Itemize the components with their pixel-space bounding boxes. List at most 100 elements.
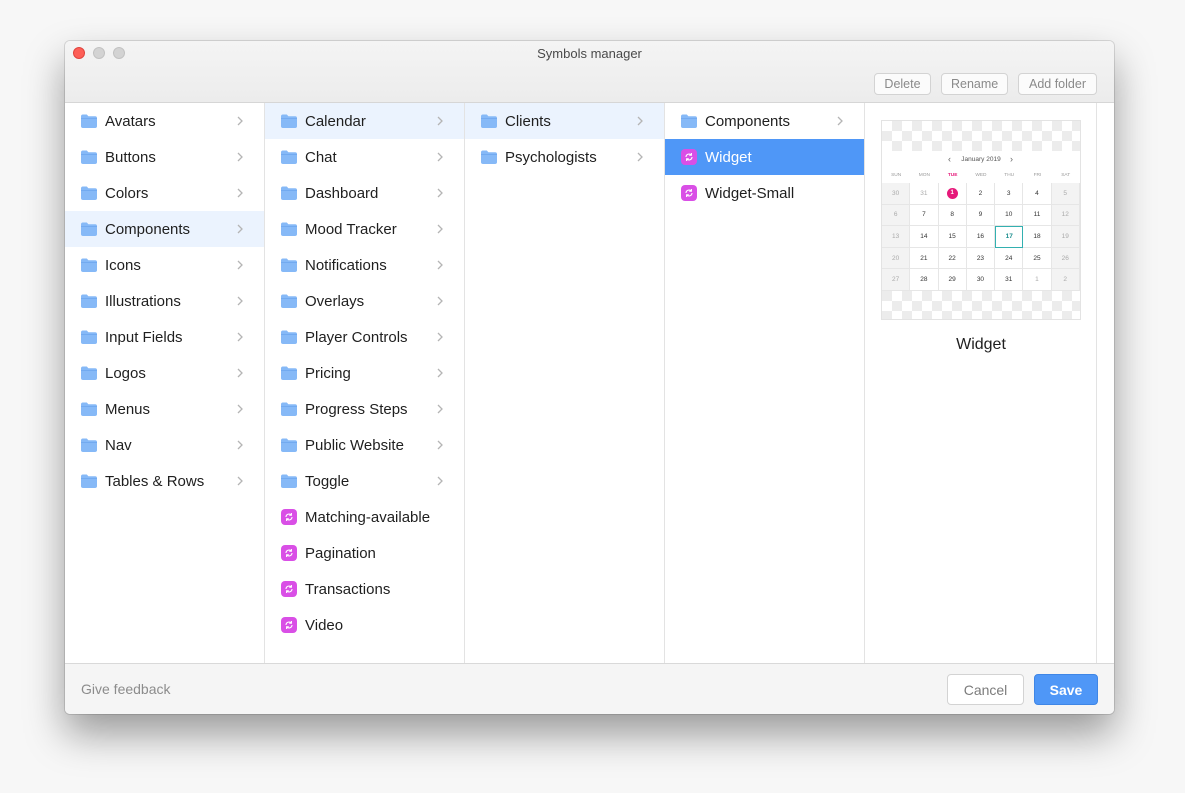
list-item-menus[interactable]: Menus	[65, 391, 264, 427]
chevron-right-icon	[637, 152, 643, 162]
list-item-transactions[interactable]: Transactions	[265, 571, 464, 607]
list-item-pagination[interactable]: Pagination	[265, 535, 464, 571]
chevron-right-icon	[237, 368, 243, 378]
symbol-icon	[681, 149, 697, 165]
calendar-month: January 2019	[961, 156, 1001, 163]
list-item-nav[interactable]: Nav	[65, 427, 264, 463]
window-title: Symbols manager	[537, 46, 642, 61]
title-bar: Symbols manager Delete Rename Add folder	[65, 41, 1114, 103]
column-1: Avatars Buttons Colors Components Icons	[65, 103, 265, 663]
list-item-toggle[interactable]: Toggle	[265, 463, 464, 499]
calendar-day: 26	[1051, 247, 1080, 270]
list-item-video[interactable]: Video	[265, 607, 464, 643]
list-item-avatars[interactable]: Avatars	[65, 103, 264, 139]
list-item-icons[interactable]: Icons	[65, 247, 264, 283]
list-item-label: Dashboard	[305, 184, 379, 202]
calendar-day: 16	[966, 226, 996, 248]
folder-icon	[81, 294, 97, 308]
folder-icon	[81, 366, 97, 380]
folder-icon	[81, 150, 97, 164]
list-item-label: Player Controls	[305, 328, 408, 346]
rename-button[interactable]: Rename	[941, 73, 1008, 95]
list-item-matching-available[interactable]: Matching-available	[265, 499, 464, 535]
chevron-right-icon	[237, 224, 243, 234]
list-item-dashboard[interactable]: Dashboard	[265, 175, 464, 211]
symbol-icon	[281, 617, 297, 633]
calendar-day: 30	[966, 269, 996, 291]
calendar-day: 30	[882, 183, 911, 205]
chevron-right-icon	[437, 476, 443, 486]
chevron-right-icon	[237, 260, 243, 270]
list-item-illustrations[interactable]: Illustrations	[65, 283, 264, 319]
list-item-overlays[interactable]: Overlays	[265, 283, 464, 319]
symbol-icon	[281, 509, 297, 525]
chevron-right-icon	[437, 116, 443, 126]
list-item-label: Notifications	[305, 256, 387, 274]
calendar-day: 31	[995, 269, 1024, 291]
weekday-label: SAT	[1061, 173, 1071, 178]
chevron-right-icon	[437, 188, 443, 198]
folder-icon	[281, 114, 297, 128]
folder-icon	[281, 330, 297, 344]
list-item-label: Widget	[705, 148, 752, 166]
calendar-grid: 30 31 1 2 3 4 5 6 7 8 9 10 11 12 13 14 1…	[882, 183, 1080, 291]
calendar-day: 18	[1023, 226, 1052, 248]
list-item-pricing[interactable]: Pricing	[265, 355, 464, 391]
list-item-label: Video	[305, 616, 344, 634]
list-item-mood-tracker[interactable]: Mood Tracker	[265, 211, 464, 247]
list-item-public-website[interactable]: Public Website	[265, 427, 464, 463]
delete-button[interactable]: Delete	[874, 73, 931, 95]
chevron-right-icon	[237, 404, 243, 414]
list-item-widget-small[interactable]: Widget-Small	[665, 175, 864, 211]
chevron-right-icon	[237, 440, 243, 450]
give-feedback-link[interactable]: Give feedback	[81, 681, 171, 697]
list-item-player-controls[interactable]: Player Controls	[265, 319, 464, 355]
folder-icon	[81, 438, 97, 452]
list-item-chat[interactable]: Chat	[265, 139, 464, 175]
chevron-right-icon	[437, 224, 443, 234]
cancel-button[interactable]: Cancel	[947, 674, 1024, 705]
save-button[interactable]: Save	[1034, 674, 1098, 705]
list-item-widget[interactable]: Widget	[665, 139, 864, 175]
calendar-day: 9	[966, 204, 996, 227]
list-item-components[interactable]: Components	[65, 211, 264, 247]
list-item-calendar[interactable]: Calendar	[265, 103, 464, 139]
folder-icon	[281, 150, 297, 164]
list-item-components[interactable]: Components	[665, 103, 864, 139]
list-item-clients[interactable]: Clients	[465, 103, 664, 139]
list-item-notifications[interactable]: Notifications	[265, 247, 464, 283]
list-item-label: Chat	[305, 148, 337, 166]
chevron-right-icon	[237, 332, 243, 342]
list-item-label: Components	[705, 112, 791, 130]
folder-icon	[281, 186, 297, 200]
list-item-colors[interactable]: Colors	[65, 175, 264, 211]
folder-icon	[81, 114, 97, 128]
symbol-preview-panel: ‹ January 2019 › SUN MON TUE WED THU FRI…	[865, 103, 1097, 663]
calendar-day: 24	[995, 247, 1024, 270]
list-item-label: Calendar	[305, 112, 366, 130]
list-item-label: Pricing	[305, 364, 351, 382]
list-item-tables-rows[interactable]: Tables & Rows	[65, 463, 264, 499]
calendar-day: 31	[910, 183, 939, 205]
calendar-day: 3	[995, 183, 1024, 205]
list-item-psychologists[interactable]: Psychologists	[465, 139, 664, 175]
calendar-day: 25	[1023, 247, 1052, 270]
calendar-day: 2	[966, 183, 996, 205]
calendar-widget-preview: ‹ January 2019 › SUN MON TUE WED THU FRI…	[882, 151, 1080, 291]
list-item-label: Toggle	[305, 472, 350, 490]
list-item-label: Mood Tracker	[305, 220, 397, 238]
add-folder-button[interactable]: Add folder	[1018, 73, 1097, 95]
footer-bar: Give feedback Cancel Save	[65, 663, 1114, 714]
folder-icon	[281, 258, 297, 272]
list-item-input-fields[interactable]: Input Fields	[65, 319, 264, 355]
list-item-logos[interactable]: Logos	[65, 355, 264, 391]
column-3: Clients Psychologists	[465, 103, 665, 663]
calendar-day: 6	[882, 204, 911, 227]
folder-icon	[281, 222, 297, 236]
folder-icon	[281, 474, 297, 488]
today-marker: 1	[946, 187, 958, 199]
list-item-buttons[interactable]: Buttons	[65, 139, 264, 175]
list-item-progress-steps[interactable]: Progress Steps	[265, 391, 464, 427]
calendar-week-row: 13 14 15 16 17 18 19	[882, 226, 1080, 248]
weekday-label: SUN	[891, 173, 902, 178]
